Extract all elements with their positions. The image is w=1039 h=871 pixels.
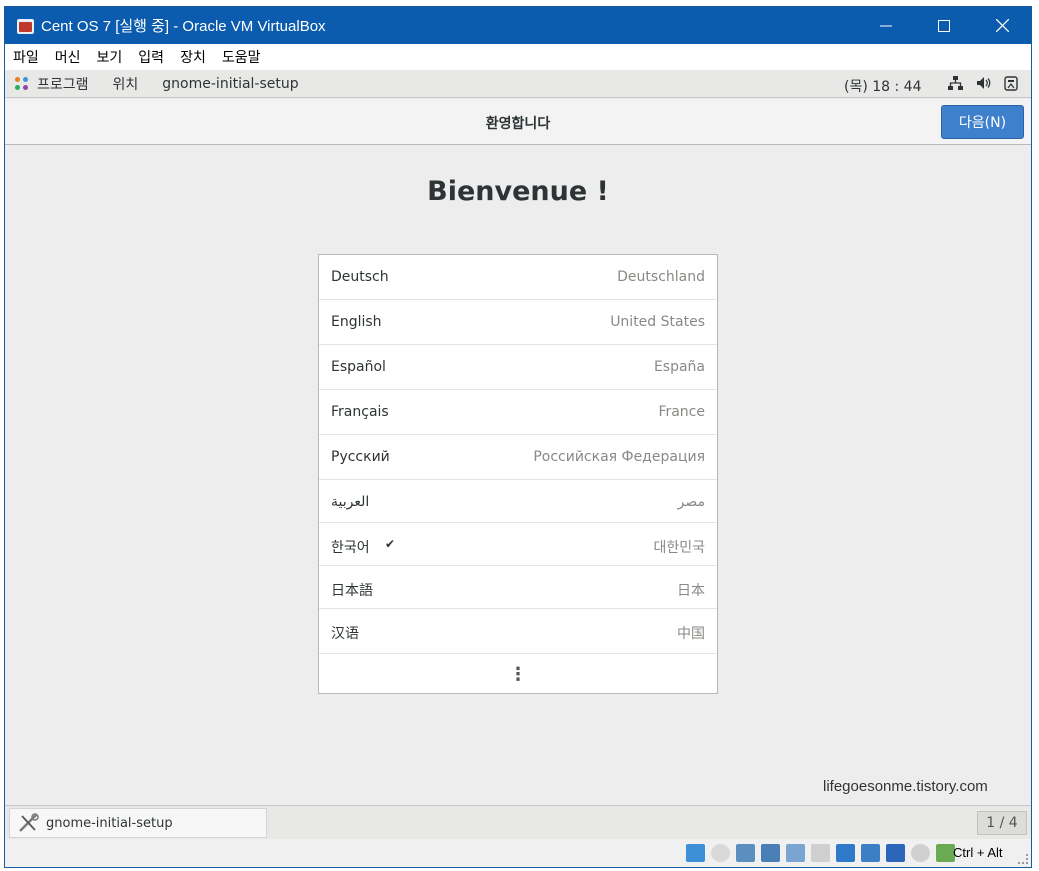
workspace-pager[interactable]: 1 / 4 [977,811,1027,835]
optical-drive-icon[interactable] [711,844,730,862]
more-icon: ⋮ [509,663,527,685]
host-key-label: Ctrl + Alt [953,845,1003,860]
setup-tools-icon [18,813,39,833]
menu-machine[interactable]: 머신 [47,47,89,67]
shared-folders-icon[interactable] [811,844,830,862]
language-country: España [653,359,705,375]
language-row-francais[interactable]: Français France [319,390,717,435]
applications-menu[interactable]: 프로그램 [37,74,89,94]
language-row-espanol[interactable]: Español España [319,345,717,390]
volume-icon [975,75,991,91]
language-row-deutsch[interactable]: Deutsch Deutschland [319,255,717,300]
language-country: Deutschland [617,269,705,285]
language-country: 日本 [677,583,705,599]
language-row-japanese[interactable]: 日本語 日本 [319,566,717,609]
gnome-top-bar: 프로그램 위치 gnome-initial-setup (목) 18 : 44 [5,70,1031,98]
menu-file[interactable]: 파일 [5,47,47,67]
setup-content: Bienvenue ! Deutsch Deutschland English … [5,146,1031,805]
virtualbox-window: Cent OS 7 [실행 중] - Oracle VM VirtualBox … [4,6,1032,868]
menu-bar: 파일 머신 보기 입력 장치 도움말 [5,44,1031,70]
language-country: مصر [677,494,705,510]
maximize-icon [938,19,950,32]
virtualbox-app-icon [15,16,35,36]
cpu-icon[interactable] [886,844,905,862]
usb-icon[interactable] [786,844,805,862]
next-button[interactable]: 다음(N) [941,105,1024,139]
mouse-integration-icon[interactable] [911,844,930,862]
language-name: Русский [331,449,390,465]
minimize-button[interactable] [857,7,915,44]
network-icon [947,75,963,91]
menu-devices[interactable]: 장치 [172,47,214,67]
minimize-icon [880,25,892,26]
audio-icon[interactable] [736,844,755,862]
status-icons [686,844,955,862]
language-name: Français [331,404,389,420]
watermark: lifegoesonme.tistory.com [823,778,988,795]
system-tray[interactable] [947,75,1019,91]
language-name: 汉语 [331,626,359,642]
window-title: Cent OS 7 [실행 중] - Oracle VM VirtualBox [41,18,326,35]
menu-view[interactable]: 보기 [89,47,131,67]
maximize-button[interactable] [915,7,973,44]
language-name: 한국어 [331,540,370,556]
language-country: Российская Федерация [533,449,705,465]
language-name: English [331,314,382,330]
display-icon[interactable] [836,844,855,862]
virtualbox-status-bar: Ctrl + Alt [5,839,1031,867]
menu-input[interactable]: 입력 [130,47,172,67]
close-icon [995,19,1009,32]
language-country: France [658,404,705,420]
resize-grip-icon[interactable] [1018,854,1028,864]
language-row-chinese[interactable]: 汉语 中国 [319,609,717,654]
harddisk-icon[interactable] [686,844,705,862]
selected-check-icon: ✔ [385,537,396,551]
app-menu[interactable]: gnome-initial-setup [162,76,298,92]
more-languages-button[interactable]: ⋮ [319,654,717,694]
applications-icon [15,76,29,91]
network-adapter-icon[interactable] [761,844,780,862]
language-name: Español [331,359,386,375]
close-button[interactable] [973,7,1031,44]
recording-icon[interactable] [861,844,880,862]
setup-header-bar: 환영합니다 다음(N) [5,99,1031,145]
language-name: Deutsch [331,269,389,285]
clock[interactable]: (목) 18 : 44 [844,76,922,96]
language-country: 대한민국 [653,540,705,556]
language-country: United States [610,314,705,330]
taskbar-item-label: gnome-initial-setup [46,815,173,831]
page-title: 환영합니다 [485,116,551,132]
language-row-arabic[interactable]: العربية مصر [319,480,717,523]
language-list: Deutsch Deutschland English United State… [318,254,718,694]
welcome-heading: Bienvenue ! [427,176,609,207]
language-name: 日本語 [331,583,373,599]
language-country: 中国 [677,626,705,642]
gnome-bottom-bar: gnome-initial-setup 1 / 4 [5,805,1031,839]
title-bar[interactable]: Cent OS 7 [실행 중] - Oracle VM VirtualBox [5,7,1031,44]
taskbar-item-initial-setup[interactable]: gnome-initial-setup [9,808,267,838]
language-row-korean[interactable]: 한국어 ✔ 대한민국 [319,523,717,566]
places-menu[interactable]: 위치 [113,74,139,94]
power-menu-icon [1003,75,1019,91]
language-row-russian[interactable]: Русский Российская Федерация [319,435,717,480]
language-name: العربية [331,494,370,510]
language-row-english[interactable]: English United States [319,300,717,345]
menu-help[interactable]: 도움말 [214,47,269,67]
